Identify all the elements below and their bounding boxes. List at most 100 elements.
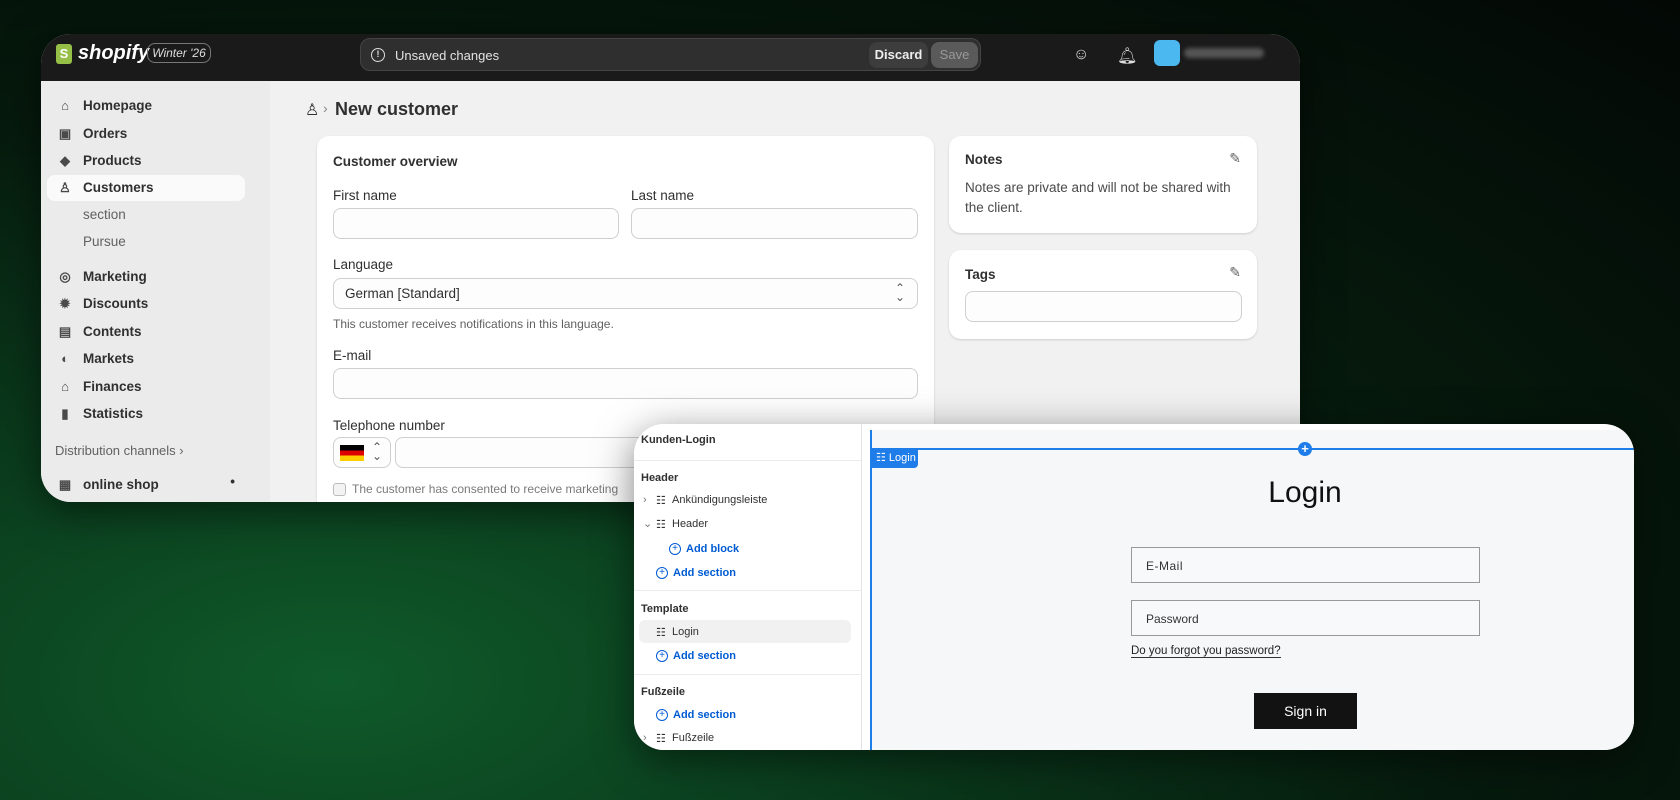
edit-pencil-icon[interactable]: ✎	[1229, 264, 1241, 281]
section-login[interactable]: Login	[672, 626, 699, 638]
sidebar-item-marketing[interactable]: ◎ Marketing	[47, 264, 245, 290]
unsaved-text: Unsaved changes	[395, 48, 500, 63]
password-field[interactable]: Password	[1131, 600, 1480, 636]
section-icon: ☷	[656, 519, 666, 531]
store-name-blurred[interactable]	[1184, 48, 1264, 58]
sidebar-item-finances[interactable]: ⌂ Finances	[47, 374, 245, 400]
sidebar-item-contents[interactable]: ▤ Contents	[47, 319, 245, 345]
unsaved-changes-bar: ! Unsaved changes Discard Save	[360, 38, 981, 71]
avatar[interactable]	[1154, 40, 1180, 66]
add-block-button[interactable]: Add block	[686, 543, 739, 555]
tags-title: Tags	[965, 267, 996, 282]
selection-outline	[872, 448, 1634, 450]
image-icon: ▤	[58, 324, 72, 339]
sidebar-item-markets[interactable]: ◐ Markets	[47, 346, 245, 372]
sidebar-item-products[interactable]: ◆ Products	[47, 148, 245, 174]
chevron-right-icon[interactable]: ›	[643, 494, 647, 506]
forgot-password-link[interactable]: Do you forgot you password?	[1131, 645, 1281, 658]
person-icon: ♙	[59, 180, 71, 195]
top-bar: S shopify Winter '26 ! Unsaved changes D…	[41, 34, 1300, 81]
header-group-label: Header	[641, 472, 679, 484]
last-name-input[interactable]	[631, 208, 918, 239]
shopify-logo-icon: S	[56, 44, 72, 64]
sign-in-button[interactable]: Sign in	[1254, 693, 1357, 729]
add-section-icon: +	[656, 567, 668, 579]
sidebar-item-discounts[interactable]: ✹ Discounts	[47, 291, 245, 317]
sidebar-item-homepage[interactable]: ⌂ Homepage	[47, 93, 245, 119]
phone-label: Telephone number	[333, 418, 445, 433]
section-login-row[interactable]	[639, 620, 851, 643]
sidebar-item-orders[interactable]: ▣ Orders	[47, 121, 245, 147]
section-icon: ☷	[656, 733, 666, 745]
chevron-right-icon[interactable]: ›	[643, 732, 647, 744]
add-block-icon: +	[669, 543, 681, 555]
country-code-select[interactable]: ⌃ ⌄	[333, 437, 391, 468]
chevron-down-icon[interactable]: ⌄	[643, 517, 652, 530]
edition-badge: Winter '26	[147, 43, 211, 63]
first-name-input[interactable]	[333, 208, 619, 239]
tags-card: Tags ✎	[949, 250, 1257, 339]
bank-icon: ⌂	[61, 379, 69, 394]
store-preview: + ☷ Login Login E-Mail Password Do you f…	[870, 430, 1634, 750]
select-chevron-icon: ⌃ ⌄	[372, 440, 383, 463]
add-section-plus-icon[interactable]: +	[1298, 442, 1312, 456]
page-title: New customer	[335, 99, 459, 119]
email-field[interactable]: E-Mail	[1131, 547, 1480, 583]
sidebar-item-customers[interactable]: ♙ Customers	[47, 175, 245, 201]
chart-icon: ▮	[61, 406, 69, 421]
shopify-logo: shopify	[78, 42, 150, 64]
section-icon: ☷	[656, 627, 666, 639]
consent-label: The customer has consented to receive ma…	[352, 482, 619, 496]
tag-icon: ◆	[60, 153, 70, 168]
last-name-label: Last name	[631, 188, 695, 203]
tags-input[interactable]	[965, 291, 1242, 322]
customer-icon[interactable]: ♙	[305, 100, 319, 120]
add-section-button[interactable]: Add section	[673, 567, 736, 579]
section-icon: ☷	[876, 452, 889, 464]
sidebar-item-online-shop[interactable]: ▦ online shop •	[47, 472, 245, 498]
discount-icon: ✹	[59, 296, 71, 311]
add-section-icon: +	[656, 650, 668, 662]
section-tag-login[interactable]: ☷ Login	[870, 448, 918, 468]
inbox-icon: ▣	[58, 126, 72, 141]
notes-title: Notes	[965, 152, 1003, 167]
card-title: Customer overview	[333, 154, 458, 169]
add-section-icon: +	[656, 709, 668, 721]
section-header[interactable]: Header	[672, 518, 708, 530]
consent-checkbox[interactable]	[333, 483, 346, 496]
dot-icon: •	[230, 474, 235, 489]
add-section-button[interactable]: Add section	[673, 650, 736, 662]
breadcrumb-chevron-icon: ›	[323, 100, 328, 116]
distribution-channels-link[interactable]: Distribution channels ›	[55, 443, 184, 458]
email-label: E-mail	[333, 348, 372, 363]
language-help-text: This customer receives notifications in …	[333, 317, 614, 331]
notes-card: Notes ✎ Notes are private and will not b…	[949, 136, 1257, 233]
language-label: Language	[333, 257, 394, 272]
login-heading: Login	[1268, 476, 1342, 509]
save-button[interactable]: Save	[931, 42, 978, 68]
footer-group-label: Fußzeile	[641, 686, 686, 698]
edit-pencil-icon[interactable]: ✎	[1229, 150, 1241, 167]
sidekick-icon[interactable]: ☺	[1073, 46, 1089, 64]
section-footer[interactable]: Fußzeile	[672, 732, 714, 744]
target-icon: ◎	[59, 269, 71, 284]
add-section-button[interactable]: Add section	[673, 709, 736, 721]
globe-icon: ◐	[61, 351, 69, 366]
theme-editor-window: Kunden-Login Header › ☷ Ankündigungsleis…	[634, 424, 1634, 750]
email-input[interactable]	[333, 368, 918, 399]
bell-icon[interactable]: 🔔︎	[1117, 46, 1137, 66]
home-icon: ⌂	[61, 98, 69, 113]
notes-text: Notes are private and will not be shared…	[965, 180, 1231, 215]
language-value: German [Standard]	[345, 286, 460, 301]
select-chevron-icon: ⌃ ⌄	[894, 281, 905, 304]
discard-button[interactable]: Discard	[869, 42, 928, 68]
germany-flag-icon	[340, 445, 364, 461]
sidebar-item-statistics[interactable]: ▮ Statistics	[47, 401, 245, 427]
section-icon: ☷	[656, 495, 666, 507]
language-select[interactable]: German [Standard] ⌃ ⌄	[333, 278, 918, 309]
sidebar-item-pursue[interactable]: Pursue	[47, 229, 245, 255]
sidebar: ⌂ Homepage ▣ Orders ◆ Products ♙ Customers s…	[41, 81, 270, 502]
sidebar-item-section[interactable]: section	[47, 202, 245, 228]
section-announcement[interactable]: Ankündigungsleiste	[672, 494, 767, 506]
alert-icon: !	[371, 48, 385, 62]
